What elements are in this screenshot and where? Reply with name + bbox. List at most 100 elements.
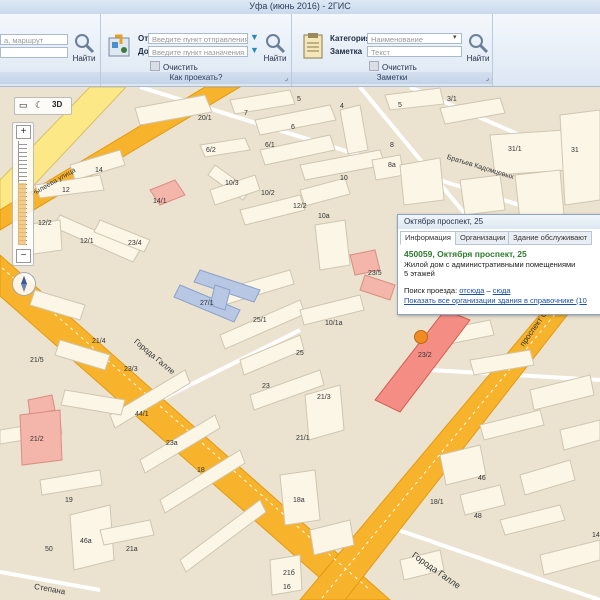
building-number-label: 5 — [398, 102, 402, 109]
building-number-label: 14 — [95, 167, 103, 174]
eraser-icon — [369, 61, 379, 71]
note-text-input[interactable]: Текст — [367, 46, 462, 57]
building-number-label: 23/2 — [418, 352, 432, 359]
building-number-label: 16 — [283, 584, 291, 591]
route-from-label: От — [138, 34, 149, 43]
route-clear-button[interactable]: Очистить — [150, 61, 198, 72]
route-clear-label: Очистить — [163, 63, 198, 72]
building-number-label: 21а — [126, 546, 138, 553]
building-number-label: 6/1 — [265, 142, 275, 149]
building-number-label: 23/5 — [368, 270, 382, 277]
building-number-label: 48 — [474, 513, 482, 520]
building-number-label: 8 — [390, 142, 394, 149]
location-marker-icon[interactable] — [414, 330, 428, 344]
building-number-label: 21/5 — [30, 357, 44, 364]
all-organizations-link[interactable]: Показать все организации здания в справо… — [404, 296, 587, 305]
route-to-pin-icon[interactable]: ▼ — [250, 45, 259, 55]
building-number-label: 10а — [318, 213, 330, 220]
building-number-label: 21б — [283, 570, 295, 577]
zoom-in-button[interactable]: + — [16, 125, 31, 139]
building-number-label: 23/4 — [128, 240, 142, 247]
route-to-link[interactable]: сюда — [493, 286, 511, 295]
ruler-icon[interactable]: ▭ — [19, 100, 28, 111]
magnifier-icon — [469, 34, 489, 54]
building-number-label: 23 — [262, 383, 270, 390]
building-number-label: 27/1 — [200, 300, 214, 307]
building-number-label: 5 — [297, 96, 301, 103]
magnifier-icon — [266, 34, 286, 54]
notes-group-title: Заметки — [376, 73, 408, 82]
zoom-level-fill — [18, 183, 26, 245]
building-number-label: 18/1 — [430, 499, 444, 506]
tab-information[interactable]: Информация — [400, 231, 456, 245]
compass-needle-icon — [21, 276, 27, 292]
popup-route: Поиск проезда: отсюда – сюда — [404, 286, 511, 295]
search-input[interactable]: а, маршрут — [0, 34, 68, 45]
map-toolbar: ▭ ☾ 3D — [14, 97, 72, 115]
route-group: От До Введите пункт отправления Введите … — [101, 14, 292, 86]
building-number-label: 46а — [80, 538, 92, 545]
notes-find-button[interactable]: Найти — [464, 32, 492, 66]
building-number-label: 7 — [244, 110, 248, 117]
building-number-label: 10/3 — [225, 180, 239, 187]
building-number-label: 23/3 — [124, 366, 138, 373]
route-from-pin-icon[interactable]: ▼ — [250, 32, 259, 42]
building-number-label: 25 — [296, 350, 304, 357]
map-view[interactable]: Города Галле Города Галле проспект Октяб… — [0, 87, 600, 600]
route-from-input[interactable]: Введите пункт отправления — [148, 33, 248, 44]
chevron-down-icon[interactable]: ▾ — [453, 33, 457, 41]
zoom-slider[interactable]: + − — [12, 122, 34, 266]
night-mode-icon[interactable]: ☾ — [35, 100, 43, 111]
building-number-label: 4 — [340, 103, 344, 110]
ribbon-toolbar: а, маршрут Найти От До Введите пункт отп… — [0, 14, 600, 87]
note-category-select[interactable]: Наименование — [367, 33, 462, 44]
building-number-label: 12/1 — [80, 238, 94, 245]
map-canvas[interactable] — [0, 87, 600, 600]
popup-title: Октября проспект, 25 — [398, 215, 600, 229]
route-prefix: Поиск проезда: — [404, 286, 458, 295]
building-number-label: 10/2 — [261, 190, 275, 197]
route-find-button[interactable]: Найти — [261, 32, 289, 66]
popup-address: 450059, Октября проспект, 25 — [404, 249, 527, 259]
route-to-input[interactable]: Введите пункт назначения — [148, 46, 248, 57]
building-number-label: 44/1 — [135, 411, 149, 418]
building-number-label: 50 — [45, 546, 53, 553]
building-info-popup: Октября проспект, 25 Информация Организа… — [397, 214, 600, 315]
notes-clear-label: Очистить — [382, 63, 417, 72]
building-number-label: 21/1 — [296, 435, 310, 442]
building-number-label: 10 — [340, 175, 348, 182]
note-text-label: Заметка — [330, 47, 363, 56]
building-number-label: 21/3 — [317, 394, 331, 401]
popup-tabs: Информация Организации Здание обслуживаю… — [400, 231, 600, 245]
building-number-label: 8а — [388, 162, 396, 169]
building-number-label: 14 — [592, 532, 600, 539]
notes-find-label: Найти — [466, 54, 490, 63]
building-number-label: 20/1 — [198, 115, 212, 122]
popup-floors: 5 этажей — [404, 269, 435, 278]
search-input-secondary[interactable] — [0, 47, 68, 58]
building-number-label: 19 — [65, 497, 73, 504]
route-group-title: Как проехать? — [169, 73, 223, 82]
building-number-label: 21/2 — [30, 436, 44, 443]
magnifier-icon — [75, 34, 95, 54]
compass-icon[interactable] — [12, 272, 36, 296]
tab-building-service[interactable]: Здание обслуживают — [508, 231, 593, 245]
building-number-label: 6 — [291, 124, 295, 131]
tab-organizations[interactable]: Организации — [455, 231, 511, 245]
building-number-label: 18 — [197, 467, 205, 474]
notes-group-label: Заметки ⌟ — [292, 72, 492, 84]
building-number-label: 31/1 — [508, 146, 522, 153]
window-title: Уфа (июнь 2016) - 2ГИС — [249, 1, 351, 11]
notes-clear-button[interactable]: Очистить — [369, 61, 417, 72]
route-group-label: Как проехать? ⌟ — [101, 72, 291, 84]
dialog-launcher-icon[interactable]: ⌟ — [285, 73, 288, 85]
building-number-label: 10/1а — [325, 320, 343, 327]
route-find-label: Найти — [263, 54, 287, 63]
mode-3d-button[interactable]: 3D — [52, 100, 62, 109]
search-group-label-strip — [0, 72, 100, 84]
search-find-button[interactable]: Найти — [70, 32, 98, 66]
building-number-label: 31 — [571, 147, 579, 154]
dialog-launcher-icon[interactable]: ⌟ — [486, 73, 489, 85]
route-from-link[interactable]: отсюда — [459, 286, 484, 295]
zoom-out-button[interactable]: − — [16, 249, 31, 263]
